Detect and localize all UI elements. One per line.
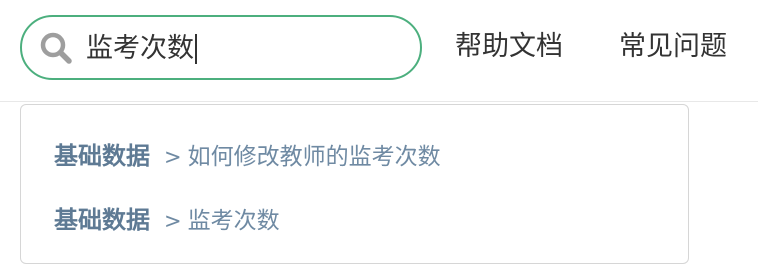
search-icon[interactable]	[39, 31, 73, 65]
suggestion-title: 如何修改教师的监考次数	[187, 144, 441, 170]
search-input-value[interactable]: 监考次数	[86, 30, 194, 68]
search-input[interactable]: 监考次数	[86, 30, 197, 68]
suggestion-title: 监考次数	[187, 208, 280, 234]
search-box[interactable]: 监考次数	[20, 15, 422, 80]
nav-help-docs-link[interactable]: 帮助文档	[455, 28, 563, 66]
nav-faq-link[interactable]: 常见问题	[619, 28, 727, 66]
text-caret	[195, 34, 197, 64]
suggestion-separator: >	[164, 145, 182, 169]
suggestion-category: 基础数据	[54, 142, 150, 170]
suggestion-separator: >	[164, 209, 182, 233]
page: 监考次数 帮助文档 常见问题 基础数据 > 如何修改教师的监考次数 基础数据 >…	[0, 0, 758, 272]
suggestion-category: 基础数据	[54, 206, 150, 234]
suggestion-item[interactable]: 基础数据 > 监考次数	[54, 202, 280, 238]
header: 监考次数 帮助文档 常见问题	[0, 0, 758, 102]
suggestion-item[interactable]: 基础数据 > 如何修改教师的监考次数	[54, 138, 441, 174]
search-suggestions-dropdown: 基础数据 > 如何修改教师的监考次数 基础数据 > 监考次数	[20, 104, 689, 264]
